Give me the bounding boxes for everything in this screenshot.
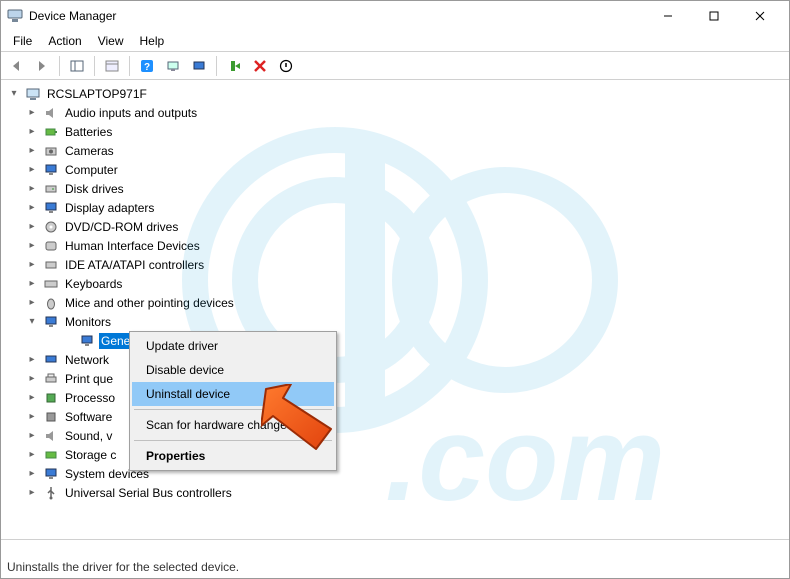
speaker-icon	[43, 105, 59, 121]
toolbar-separator	[129, 56, 130, 76]
drive-icon	[43, 181, 59, 197]
tree-root-node[interactable]: ▾ RCSLAPTOP971F	[7, 84, 789, 103]
chevron-right-icon[interactable]: ▸	[25, 258, 39, 272]
ctx-disable-device[interactable]: Disable device	[132, 358, 334, 382]
chevron-down-icon[interactable]: ▾	[25, 315, 39, 329]
tree-category-computer[interactable]: ▸Computer	[25, 160, 789, 179]
network-icon	[43, 352, 59, 368]
chevron-right-icon[interactable]: ▸	[25, 410, 39, 424]
usb-icon	[43, 485, 59, 501]
chevron-right-icon[interactable]: ▸	[25, 429, 39, 443]
chevron-right-icon[interactable]: ▸	[25, 486, 39, 500]
toolbar-separator	[59, 56, 60, 76]
chevron-right-icon[interactable]: ▸	[25, 125, 39, 139]
tree-category-audio[interactable]: ▸Audio inputs and outputs	[25, 103, 789, 122]
root-label: RCSLAPTOP971F	[45, 86, 149, 102]
ctx-properties[interactable]: Properties	[132, 444, 334, 468]
forward-button[interactable]	[31, 55, 53, 77]
display-adapter-icon	[43, 200, 59, 216]
system-icon	[43, 466, 59, 482]
chevron-right-icon[interactable]: ▸	[25, 201, 39, 215]
disc-icon	[43, 219, 59, 235]
chevron-right-icon[interactable]: ▸	[25, 353, 39, 367]
chevron-right-icon[interactable]: ▸	[25, 277, 39, 291]
chevron-right-icon[interactable]: ▸	[25, 220, 39, 234]
scan-hardware-button[interactable]	[162, 55, 184, 77]
tree-category-batteries[interactable]: ▸Batteries	[25, 122, 789, 141]
chevron-right-icon[interactable]: ▸	[25, 182, 39, 196]
tree-category-usb[interactable]: ▸Universal Serial Bus controllers	[25, 483, 789, 502]
status-text: Uninstalls the driver for the selected d…	[7, 560, 239, 574]
hid-icon	[43, 238, 59, 254]
monitor-icon	[43, 314, 59, 330]
tree-category-keyboards[interactable]: ▸Keyboards	[25, 274, 789, 293]
battery-icon	[43, 124, 59, 140]
camera-icon	[43, 143, 59, 159]
chevron-right-icon[interactable]: ▸	[25, 372, 39, 386]
back-button[interactable]	[5, 55, 27, 77]
tree-category-disk[interactable]: ▸Disk drives	[25, 179, 789, 198]
ctx-separator	[134, 440, 332, 441]
cpu-icon	[43, 390, 59, 406]
statusbar: Uninstalls the driver for the selected d…	[1, 556, 789, 578]
ide-icon	[43, 257, 59, 273]
tree-category-monitors[interactable]: ▾Monitors	[25, 312, 789, 331]
tree-category-cameras[interactable]: ▸Cameras	[25, 141, 789, 160]
chevron-down-icon[interactable]: ▾	[7, 87, 21, 101]
storage-icon	[43, 447, 59, 463]
monitor-icon	[79, 333, 95, 349]
toolbar: ?	[1, 52, 789, 80]
computer-icon	[25, 86, 41, 102]
mouse-icon	[43, 295, 59, 311]
ctx-update-driver[interactable]: Update driver	[132, 334, 334, 358]
window-buttons	[645, 1, 783, 31]
enable-device-button[interactable]	[223, 55, 245, 77]
svg-text:?: ?	[144, 62, 150, 73]
chevron-right-icon[interactable]: ▸	[25, 467, 39, 481]
toolbar-separator	[94, 56, 95, 76]
menu-view[interactable]: View	[90, 32, 132, 50]
chevron-right-icon[interactable]: ▸	[25, 448, 39, 462]
chevron-right-icon[interactable]: ▸	[25, 391, 39, 405]
toolbar-separator	[216, 56, 217, 76]
keyboard-icon	[43, 276, 59, 292]
chevron-right-icon[interactable]: ▸	[25, 239, 39, 253]
tree-category-hid[interactable]: ▸Human Interface Devices	[25, 236, 789, 255]
close-button[interactable]	[737, 1, 783, 31]
chevron-right-icon[interactable]: ▸	[25, 106, 39, 120]
minimize-button[interactable]	[645, 1, 691, 31]
device-manager-icon	[7, 8, 23, 24]
disable-device-button[interactable]	[275, 55, 297, 77]
chevron-right-icon[interactable]: ▸	[25, 296, 39, 310]
menu-action[interactable]: Action	[40, 32, 89, 50]
menubar: File Action View Help	[1, 31, 789, 51]
show-hide-console-button[interactable]	[66, 55, 88, 77]
menu-file[interactable]: File	[5, 32, 40, 50]
update-driver-button[interactable]	[188, 55, 210, 77]
chevron-right-icon[interactable]: ▸	[25, 144, 39, 158]
menu-help[interactable]: Help	[132, 32, 173, 50]
monitor-icon	[43, 162, 59, 178]
ctx-uninstall-device[interactable]: Uninstall device	[132, 382, 334, 406]
window-title: Device Manager	[29, 9, 116, 23]
titlebar: Device Manager	[1, 1, 789, 31]
properties-button[interactable]	[101, 55, 123, 77]
chip-icon	[43, 409, 59, 425]
help-button[interactable]: ?	[136, 55, 158, 77]
ctx-scan-hardware[interactable]: Scan for hardware change	[132, 413, 334, 437]
context-menu: Update driver Disable device Uninstall d…	[129, 331, 337, 471]
chevron-right-icon[interactable]: ▸	[25, 163, 39, 177]
device-tree[interactable]: .com ▾ RCSLAPTOP971F ▸Audio inputs and o…	[1, 80, 789, 540]
speaker-icon	[43, 428, 59, 444]
uninstall-button[interactable]	[249, 55, 271, 77]
tree-category-ide[interactable]: ▸IDE ATA/ATAPI controllers	[25, 255, 789, 274]
tree-category-dvd[interactable]: ▸DVD/CD-ROM drives	[25, 217, 789, 236]
ctx-separator	[134, 409, 332, 410]
tree-category-display[interactable]: ▸Display adapters	[25, 198, 789, 217]
tree-category-mice[interactable]: ▸Mice and other pointing devices	[25, 293, 789, 312]
maximize-button[interactable]	[691, 1, 737, 31]
printer-icon	[43, 371, 59, 387]
